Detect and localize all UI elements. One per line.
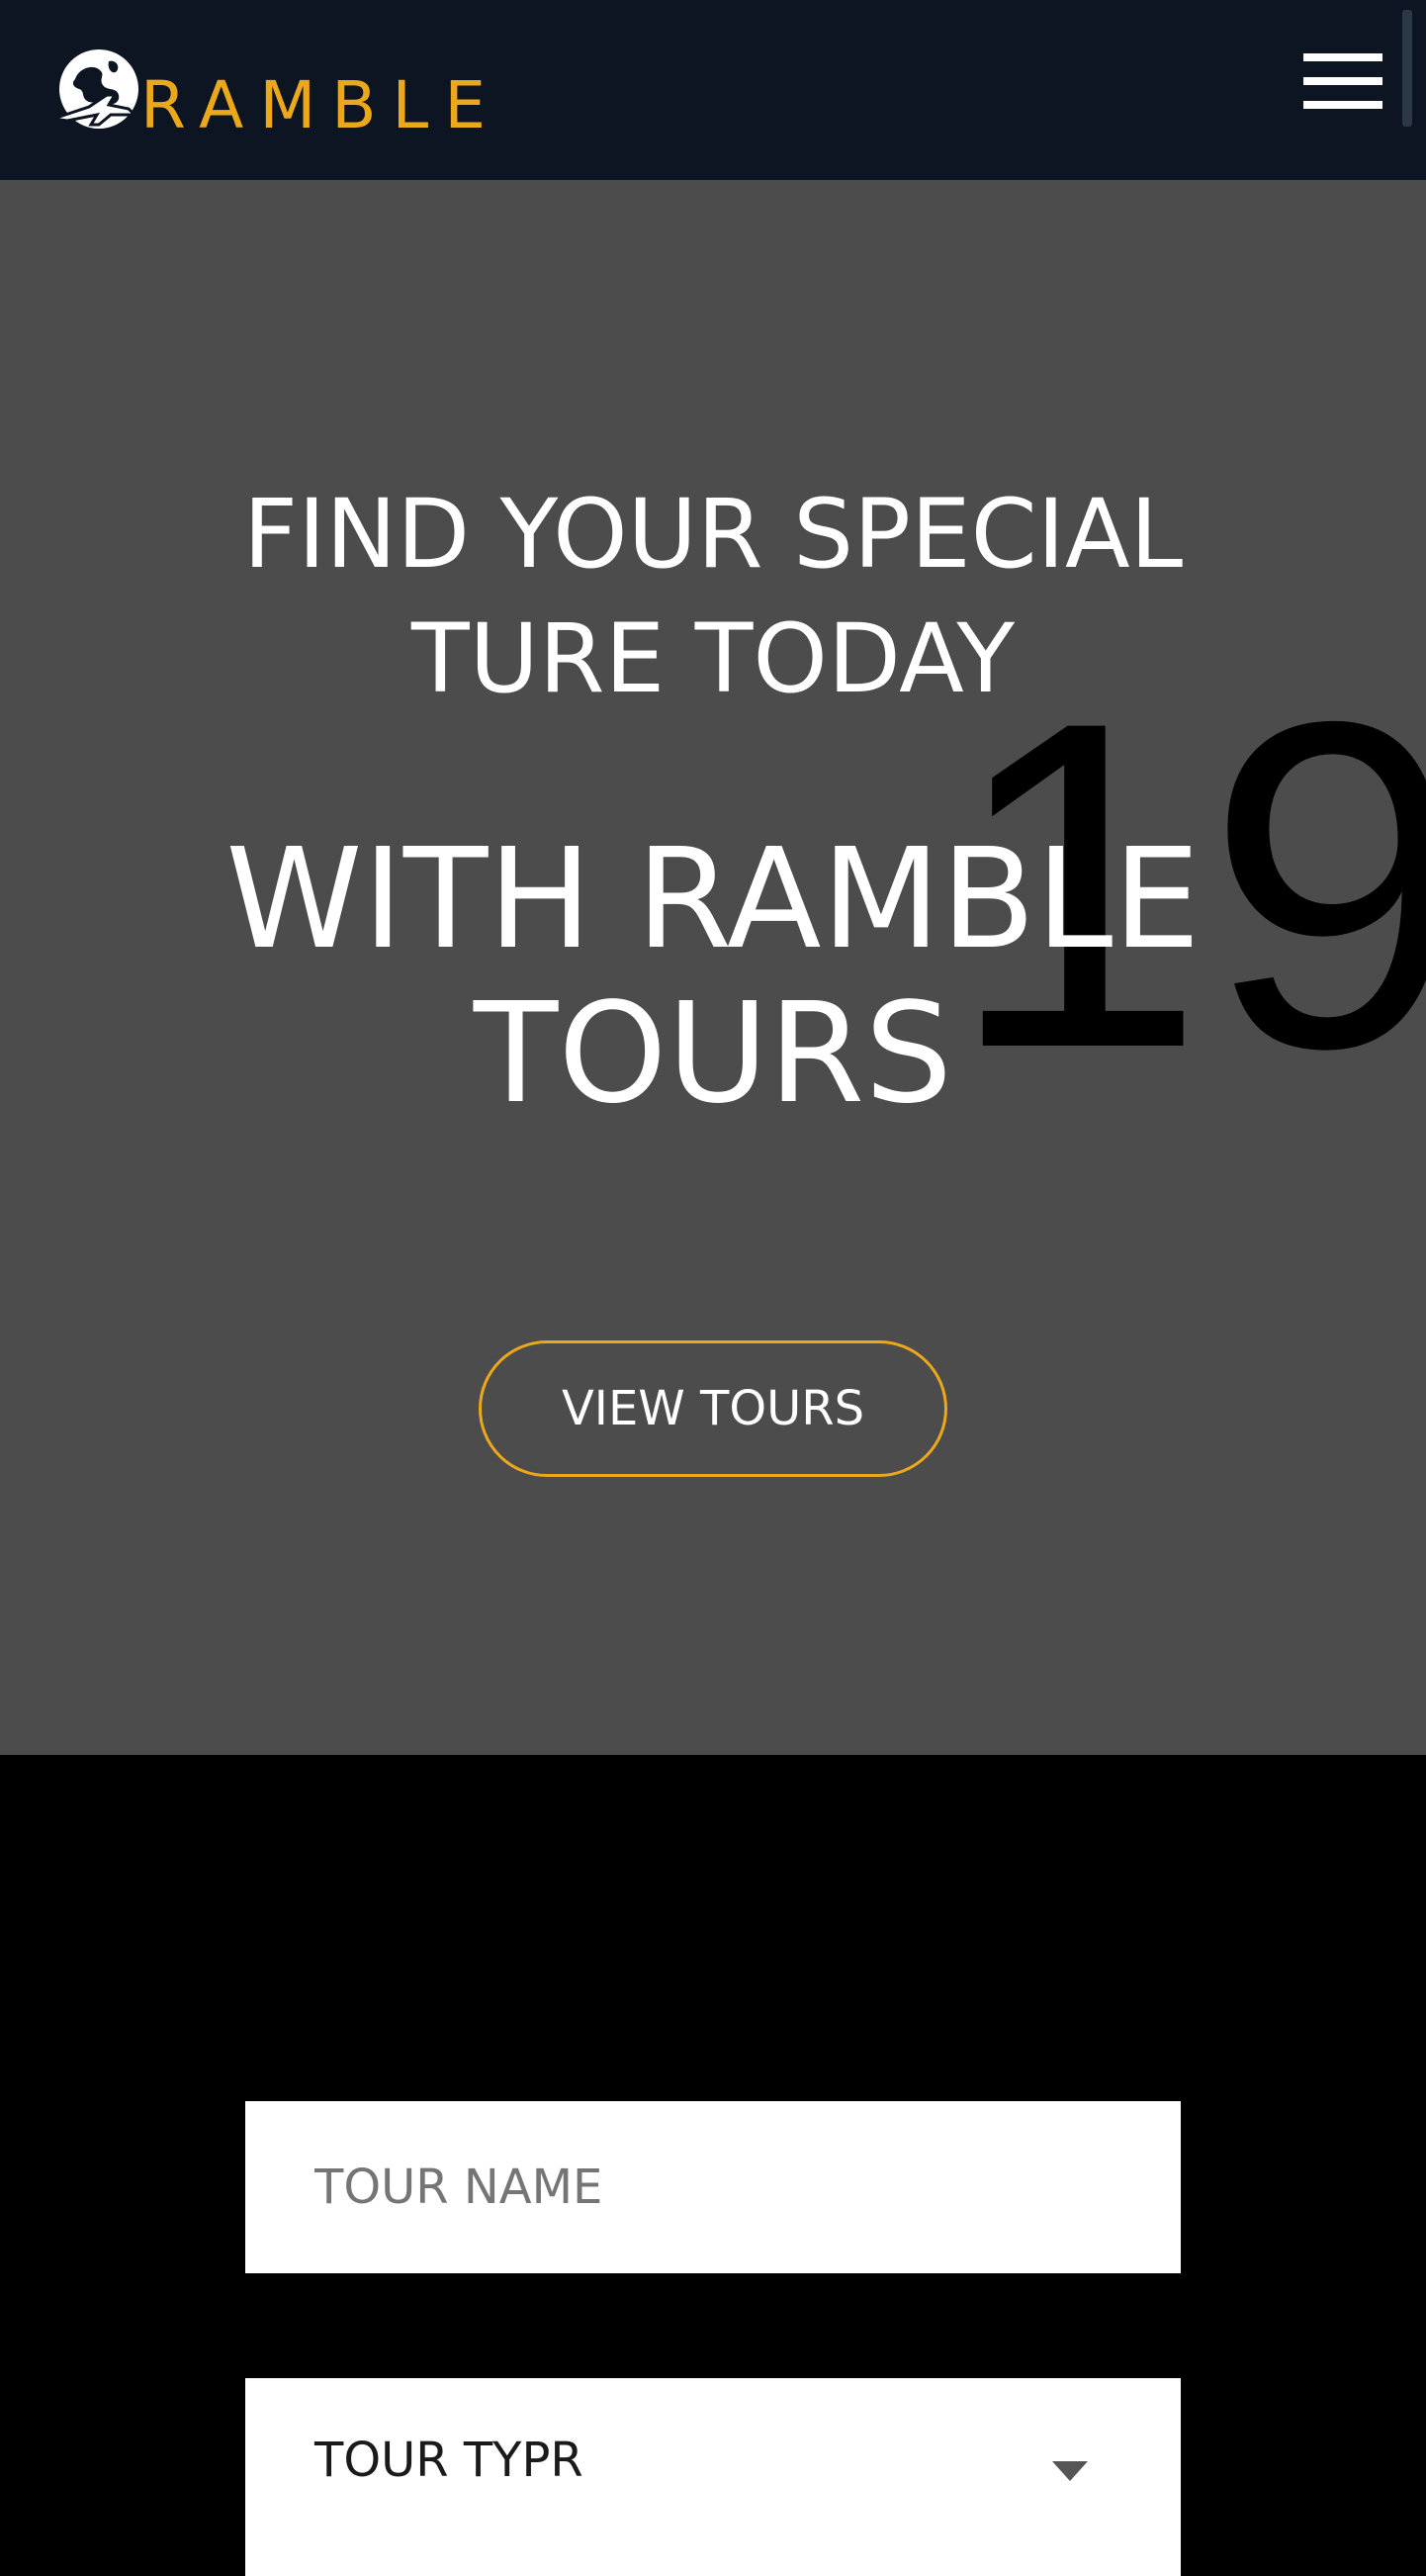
site-header: RAMBLE xyxy=(0,0,1426,180)
tour-type-select[interactable]: TOUR TYPR xyxy=(245,2378,1181,2576)
tour-search-form: TOUR TYPR xyxy=(0,1755,1426,2576)
menu-bar xyxy=(1303,77,1382,85)
hero-title-line1: WITH RAMBLE xyxy=(225,819,1201,980)
logo-wordmark: RAMBLE xyxy=(140,67,502,143)
caret-down-icon xyxy=(1052,2461,1088,2481)
hero-subtitle-line1: FIND YOUR SPECIAL xyxy=(242,479,1184,590)
hamburger-menu-button[interactable] xyxy=(1303,53,1382,109)
hero-subtitle: FIND YOUR SPECIAL TURE TODAY xyxy=(0,472,1426,721)
hero-section: 192 FIND YOUR SPECIAL TURE TODAY WITH RA… xyxy=(0,180,1426,1755)
globe-plane-icon xyxy=(52,49,138,129)
ramble-logo[interactable]: RAMBLE xyxy=(49,46,486,144)
hero-subtitle-line2: TURE TODAY xyxy=(410,603,1016,714)
view-tours-button[interactable]: VIEW TOURS xyxy=(479,1340,947,1477)
scrollbar-thumb[interactable] xyxy=(1402,10,1412,127)
tour-type-selected-value: TOUR TYPR xyxy=(314,2433,583,2488)
hero-title-line2: TOURS xyxy=(473,973,953,1135)
tour-name-input[interactable] xyxy=(245,2101,1181,2273)
hero-title: WITH RAMBLE TOURS xyxy=(0,823,1426,1132)
menu-bar xyxy=(1303,101,1382,109)
menu-bar xyxy=(1303,53,1382,61)
